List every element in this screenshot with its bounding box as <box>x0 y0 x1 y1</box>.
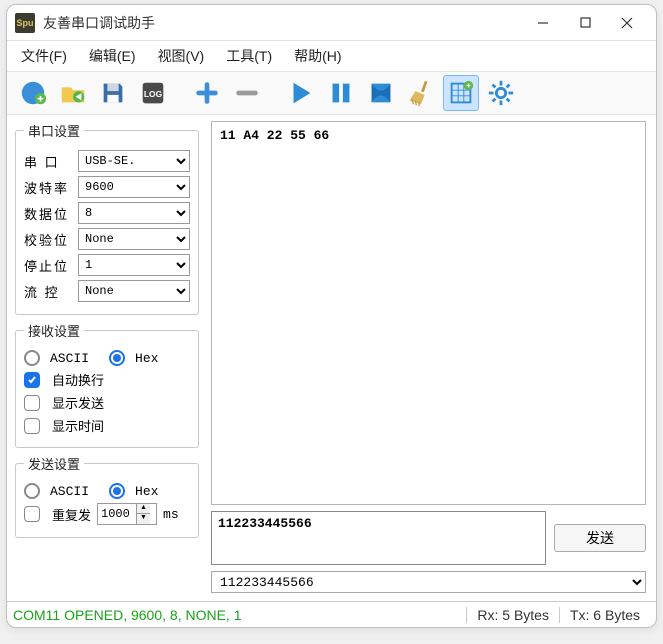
send-hex-radio[interactable] <box>109 483 125 499</box>
show-time-checkbox[interactable] <box>24 418 40 434</box>
app-window: Spu 友善串口调试助手 文件(F) 编辑(E) 视图(V) 工具(T) 帮助(… <box>6 4 657 628</box>
recv-ascii-radio[interactable] <box>24 350 40 366</box>
gear-icon[interactable] <box>483 75 519 111</box>
send-ascii-label: ASCII <box>50 484 89 499</box>
send-ascii-radio[interactable] <box>24 483 40 499</box>
interval-input[interactable] <box>98 507 136 521</box>
send-hex-label: Hex <box>135 484 158 499</box>
pause-icon[interactable] <box>323 75 359 111</box>
titlebar: Spu 友善串口调试助手 <box>7 5 656 41</box>
repeat-checkbox[interactable] <box>24 506 40 522</box>
recv-hex-label: Hex <box>135 351 158 366</box>
minus-icon[interactable] <box>229 75 265 111</box>
menu-edit[interactable]: 编辑(E) <box>83 42 142 70</box>
send-settings-group: 发送设置 ASCII Hex 重复发 ▲▼ ms <box>15 454 199 538</box>
recv-hex-radio[interactable] <box>109 350 125 366</box>
toolbar: LOG <box>7 71 656 115</box>
show-time-label: 显示时间 <box>52 416 104 435</box>
left-panel: 串口设置 串 口 USB-SE. 波特率 9600 数据位 8 校验位 None <box>7 115 207 601</box>
menu-view[interactable]: 视图(V) <box>152 42 211 70</box>
save-icon[interactable] <box>95 75 131 111</box>
statusbar: COM11 OPENED, 9600, 8, NONE, 1 Rx: 5 Byt… <box>7 601 656 627</box>
play-icon[interactable] <box>283 75 319 111</box>
repeat-label: 重复发 <box>52 505 91 524</box>
port-label: 串 口 <box>24 152 72 171</box>
svg-text:LOG: LOG <box>144 89 163 99</box>
menubar: 文件(F) 编辑(E) 视图(V) 工具(T) 帮助(H) <box>7 41 656 71</box>
serial-settings-group: 串口设置 串 口 USB-SE. 波特率 9600 数据位 8 校验位 None <box>15 121 199 315</box>
grid-icon[interactable] <box>443 75 479 111</box>
status-connection: COM11 OPENED, 9600, 8, NONE, 1 <box>13 607 466 623</box>
receive-textarea[interactable]: 11 A4 22 55 66 <box>211 121 646 505</box>
log-icon[interactable]: LOG <box>135 75 171 111</box>
parity-select[interactable]: None <box>78 228 190 250</box>
plus-icon[interactable] <box>189 75 225 111</box>
flow-label: 流 控 <box>24 282 72 301</box>
recv-ascii-label: ASCII <box>50 351 89 366</box>
app-icon: Spu <box>15 13 35 33</box>
flag-icon[interactable] <box>363 75 399 111</box>
show-send-checkbox[interactable] <box>24 395 40 411</box>
right-panel: 11 A4 22 55 66 112233445566 发送 112233445… <box>207 115 656 601</box>
interval-unit: ms <box>163 507 179 522</box>
data-label: 数据位 <box>24 204 72 223</box>
auto-wrap-checkbox[interactable] <box>24 372 40 388</box>
status-tx: Tx: 6 Bytes <box>559 607 650 623</box>
minimize-button[interactable] <box>522 9 564 37</box>
recv-legend: 接收设置 <box>24 321 84 340</box>
maximize-button[interactable] <box>564 9 606 37</box>
data-select[interactable]: 8 <box>78 202 190 224</box>
stop-select[interactable]: 1 <box>78 254 190 276</box>
send-legend: 发送设置 <box>24 454 84 473</box>
menu-file[interactable]: 文件(F) <box>15 42 73 70</box>
spin-up[interactable]: ▲ <box>136 504 150 514</box>
close-button[interactable] <box>606 9 648 37</box>
window-title: 友善串口调试助手 <box>43 13 522 33</box>
send-textarea[interactable]: 112233445566 <box>211 511 546 565</box>
open-folder-icon[interactable] <box>55 75 91 111</box>
spin-down[interactable]: ▼ <box>136 514 150 524</box>
menu-tools[interactable]: 工具(T) <box>220 42 278 70</box>
port-select[interactable]: USB-SE. <box>78 150 190 172</box>
parity-label: 校验位 <box>24 230 72 249</box>
flow-select[interactable]: None <box>78 280 190 302</box>
menu-help[interactable]: 帮助(H) <box>288 42 347 70</box>
show-send-label: 显示发送 <box>52 393 104 412</box>
history-select[interactable]: 112233445566 <box>211 571 646 593</box>
send-button[interactable]: 发送 <box>554 524 646 552</box>
baud-label: 波特率 <box>24 178 72 197</box>
baud-select[interactable]: 9600 <box>78 176 190 198</box>
broom-icon[interactable] <box>403 75 439 111</box>
stop-label: 停止位 <box>24 256 72 275</box>
auto-wrap-label: 自动换行 <box>52 370 104 389</box>
interval-spinner[interactable]: ▲▼ <box>97 503 157 525</box>
serial-legend: 串口设置 <box>24 121 84 140</box>
add-port-icon[interactable] <box>15 75 51 111</box>
recv-settings-group: 接收设置 ASCII Hex 自动换行 显示发送 <box>15 321 199 448</box>
status-rx: Rx: 5 Bytes <box>466 607 559 623</box>
